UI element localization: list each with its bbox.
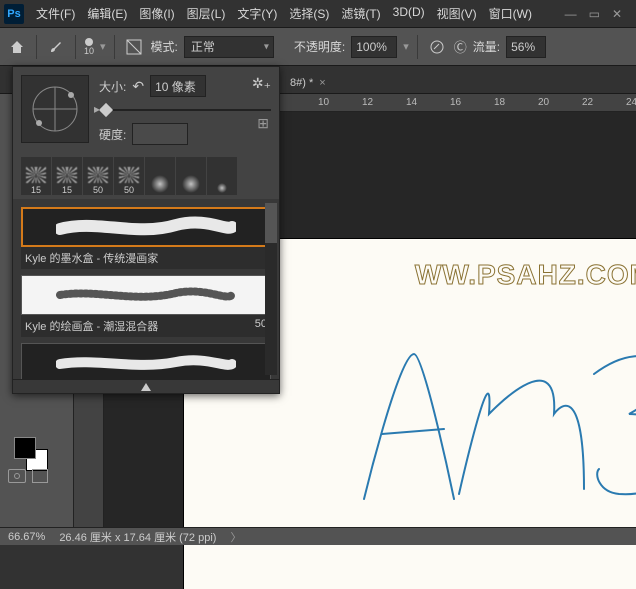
brush-thumbnails: 15 15 50 50	[13, 153, 279, 199]
size-input[interactable]: 10 像素	[150, 75, 206, 97]
menu-view[interactable]: 视图(V)	[433, 3, 481, 24]
pressure-opacity-icon[interactable]	[426, 36, 448, 58]
screenmode-icon[interactable]	[32, 469, 48, 483]
brush-panel-toggle-icon[interactable]	[123, 36, 145, 58]
panel-menu-icon[interactable]: ✲₊	[252, 75, 271, 92]
brush-preset-panel: ✲₊ ▸ 大小: ↶ 10 像素 硬度:	[12, 66, 280, 394]
brush-thumb[interactable]: 50	[114, 157, 144, 195]
menu-filter[interactable]: 滤镜(T)	[337, 3, 384, 24]
brush-preset-label: Kyle 的墨水盒 - 传统漫画家	[25, 250, 158, 266]
chevron-down-icon[interactable]: ▾	[100, 40, 106, 53]
brush-size-preview[interactable]: 10	[84, 38, 94, 56]
status-bar: 66.67% 26.46 厘米 x 17.64 厘米 (72 ppi) 〉	[0, 527, 636, 545]
new-preset-icon[interactable]: ⊞	[257, 115, 269, 132]
brush-thumb[interactable]: 15	[21, 157, 51, 195]
brush-size-value: 10	[84, 46, 94, 56]
menu-edit[interactable]: 编辑(E)	[83, 3, 131, 24]
size-slider[interactable]	[99, 105, 271, 115]
brush-angle-preview[interactable]: ▸	[21, 75, 89, 143]
maximize-icon[interactable]: ▭	[589, 7, 600, 21]
main-menu: 文件(F) 编辑(E) 图像(I) 图层(L) 文字(Y) 选择(S) 滤镜(T…	[32, 3, 565, 24]
brush-thumb[interactable]	[145, 157, 175, 195]
flow-prefix-icon: Ⓒ	[454, 37, 467, 56]
foreground-color-swatch[interactable]	[14, 437, 36, 459]
hardness-input[interactable]	[132, 123, 188, 145]
titlebar: Ps 文件(F) 编辑(E) 图像(I) 图层(L) 文字(Y) 选择(S) 滤…	[0, 0, 636, 28]
brush-thumb[interactable]: 15	[52, 157, 82, 195]
brush-preset-item[interactable]	[21, 343, 271, 379]
flow-input[interactable]: 56%	[506, 36, 546, 58]
panel-resize-handle[interactable]	[13, 379, 279, 393]
menu-layer[interactable]: 图层(L)	[183, 3, 230, 24]
blend-mode-select[interactable]: 正常	[184, 36, 274, 58]
brush-tool-icon[interactable]	[45, 36, 67, 58]
document-tab[interactable]: 8#) * ×	[280, 73, 336, 93]
close-icon[interactable]: ✕	[612, 7, 622, 21]
brush-preset-list: Kyle 的墨水盒 - 传统漫画家 Kyle 的绘画盒 - 潮湿混合器 50	[13, 199, 279, 379]
tab-label: 8#) *	[290, 77, 313, 89]
options-bar: 10 ▾ 模式: 正常 不透明度: 100% ▾ Ⓒ 流量: 56%	[0, 28, 636, 66]
mode-label: 模式:	[151, 38, 178, 55]
menu-file[interactable]: 文件(F)	[32, 3, 79, 24]
home-icon[interactable]	[6, 36, 28, 58]
brush-thumb[interactable]	[176, 157, 206, 195]
hardness-label: 硬度:	[99, 126, 126, 143]
opacity-input[interactable]: 100%	[351, 36, 397, 58]
reset-size-icon[interactable]: ↶	[132, 78, 144, 95]
panel-scrollbar[interactable]	[265, 203, 277, 375]
menu-3d[interactable]: 3D(D)	[389, 3, 429, 24]
quickmask-icon[interactable]	[8, 469, 26, 483]
minimize-icon[interactable]: —	[565, 7, 577, 21]
brush-preset-label: Kyle 的绘画盒 - 潮湿混合器	[25, 318, 158, 334]
menu-type[interactable]: 文字(Y)	[233, 3, 281, 24]
menu-window[interactable]: 窗口(W)	[485, 3, 536, 24]
brush-thumb[interactable]: 50	[83, 157, 113, 195]
status-chevron-icon[interactable]: 〉	[230, 529, 241, 545]
menu-select[interactable]: 选择(S)	[285, 3, 333, 24]
size-label: 大小:	[99, 78, 126, 95]
handwriting-strokes	[344, 319, 636, 519]
brush-preset-item[interactable]: Kyle 的绘画盒 - 潮湿混合器 50	[21, 275, 271, 337]
zoom-level[interactable]: 66.67%	[8, 531, 45, 543]
app-logo: Ps	[4, 4, 24, 24]
flow-label: 流量:	[473, 38, 500, 55]
brush-thumb[interactable]	[207, 157, 237, 195]
opacity-label: 不透明度:	[294, 38, 345, 55]
chevron-down-icon[interactable]: ▾	[403, 40, 409, 53]
watermark-text: WW.PSAHZ.COM	[415, 259, 636, 291]
tab-close-icon[interactable]: ×	[319, 77, 325, 89]
brush-preset-item[interactable]: Kyle 的墨水盒 - 传统漫画家	[21, 207, 271, 269]
menu-image[interactable]: 图像(I)	[135, 3, 178, 24]
window-controls: — ▭ ✕	[565, 7, 632, 21]
document-info[interactable]: 26.46 厘米 x 17.64 厘米 (72 ppi)	[59, 529, 216, 545]
